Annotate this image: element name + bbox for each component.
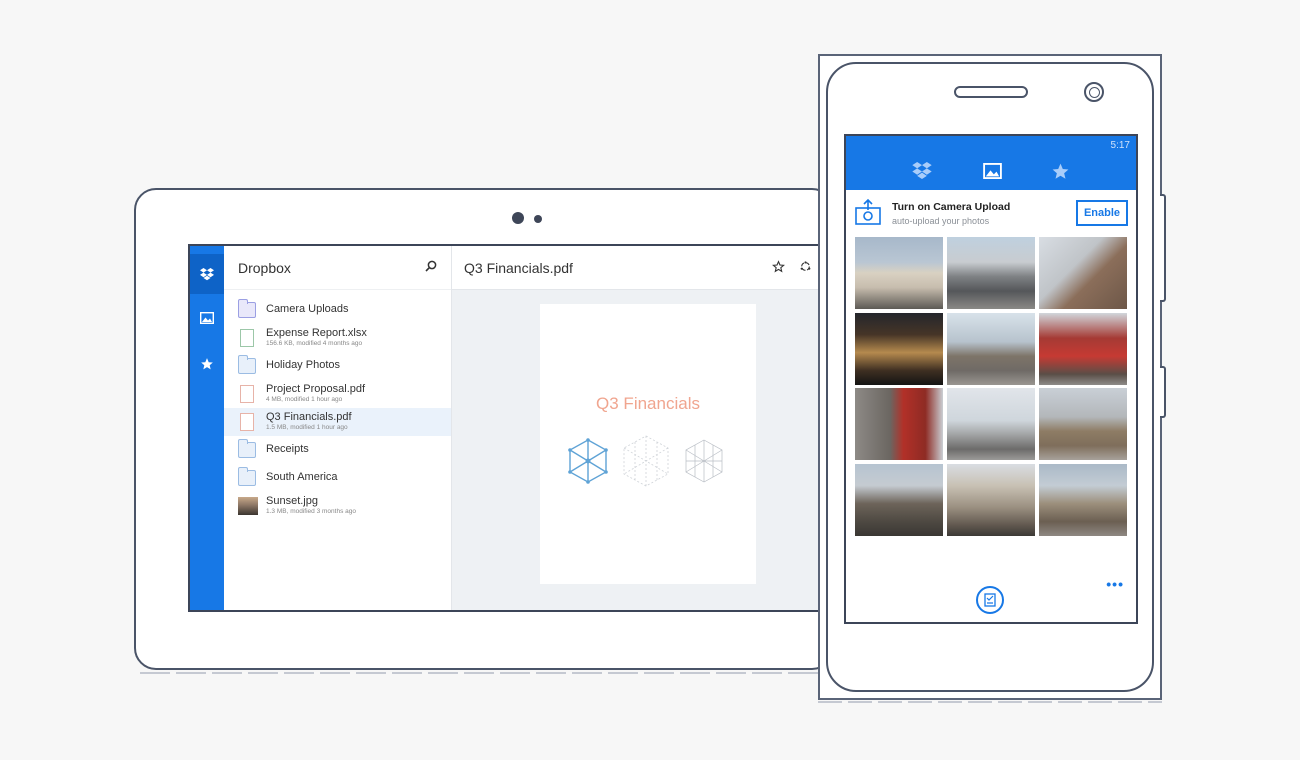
star-icon[interactable] (772, 259, 785, 276)
folder-icon (238, 355, 256, 374)
file-name: Q3 Financials.pdf (266, 410, 352, 423)
phone-screen: 5:17 Turn on Camera Upload auto-upload y… (844, 134, 1138, 624)
file-name: Receipts (266, 443, 309, 456)
tablet-camera-dot (512, 212, 524, 224)
star-icon[interactable] (1045, 158, 1075, 184)
camera-upload-subtitle: auto-upload your photos (892, 216, 990, 226)
document-heading: Q3 Financials (596, 394, 700, 413)
photo-thumbnail[interactable] (1039, 312, 1127, 385)
photo-thumbnail[interactable] (947, 312, 1035, 385)
file-meta: 156.6 KB, modified 4 months ago (266, 340, 363, 348)
document-page: Q3 Financials (540, 304, 756, 584)
file-meta: 4 MB, modified 1 hour ago (266, 396, 343, 404)
search-icon[interactable] (425, 260, 437, 275)
phone-camera (1084, 82, 1104, 102)
dropbox-icon[interactable] (907, 158, 937, 184)
tablet-shadow (140, 672, 830, 674)
photo-thumbnail[interactable] (947, 463, 1035, 536)
enable-button[interactable]: Enable (1076, 200, 1128, 226)
pdf-icon (240, 385, 254, 403)
list-item[interactable]: Receipts (224, 436, 451, 464)
tasks-icon[interactable] (976, 586, 1004, 614)
tablet-device: Dropbox Camera Uploads Expense Report.xl… (134, 188, 834, 670)
photo-grid (855, 237, 1129, 536)
photo-thumbnail[interactable] (855, 312, 943, 385)
hexagon-illustration (568, 435, 723, 487)
folder-icon (238, 439, 256, 458)
camera-upload-title: Turn on Camera Upload (892, 201, 1011, 213)
document-viewer: Q3 Financials.pdf Q3 Financials (452, 246, 824, 610)
file-name: Holiday Photos (266, 359, 340, 372)
phone-speaker (954, 86, 1028, 98)
phone-app-bar: 5:17 (846, 136, 1136, 190)
viewer-header: Q3 Financials.pdf (452, 246, 824, 290)
spreadsheet-icon (240, 329, 254, 347)
photo-thumbnail[interactable] (947, 388, 1035, 460)
photos-icon[interactable] (977, 158, 1007, 184)
photo-thumbnail[interactable] (1039, 463, 1127, 536)
document-title: Q3 Financials.pdf (464, 259, 573, 276)
list-item[interactable]: Project Proposal.pdf 4 MB, modified 1 ho… (224, 380, 451, 408)
camera-folder-icon (238, 299, 256, 318)
photo-thumbnail[interactable] (1039, 388, 1127, 460)
photo-thumbnail[interactable] (855, 388, 943, 460)
file-browser-pane: Dropbox Camera Uploads Expense Report.xl… (224, 246, 452, 610)
phone-device: 5:17 Turn on Camera Upload auto-upload y… (826, 62, 1154, 692)
file-meta: 1.3 MB, modified 3 months ago (266, 508, 356, 516)
phone-shadow (818, 701, 1162, 703)
file-name: Camera Uploads (266, 303, 349, 316)
file-meta: 1.5 MB, modified 1 hour ago (266, 424, 348, 432)
file-name: South America (266, 471, 338, 484)
photos-icon[interactable] (190, 298, 224, 338)
list-item-selected[interactable]: Q3 Financials.pdf 1.5 MB, modified 1 hou… (224, 408, 451, 436)
file-list: Camera Uploads Expense Report.xlsx 156.6… (224, 290, 451, 520)
list-item[interactable]: South America (224, 464, 451, 492)
status-time: 5:17 (1110, 140, 1130, 151)
power-button (1160, 366, 1166, 418)
phone-app-bottom-bar: ••• (846, 576, 1136, 622)
folder-title: Dropbox (238, 259, 291, 276)
dropbox-icon[interactable] (190, 254, 224, 294)
volume-button (1160, 194, 1166, 302)
list-item[interactable]: Holiday Photos (224, 352, 451, 380)
more-options-button[interactable]: ••• (1106, 576, 1124, 592)
file-browser-header: Dropbox (224, 246, 451, 290)
tablet-sensor-dot (534, 215, 542, 223)
tablet-screen: Dropbox Camera Uploads Expense Report.xl… (188, 244, 824, 612)
shared-folder-icon (238, 467, 256, 486)
camera-upload-banner: Turn on Camera Upload auto-upload your p… (846, 190, 1136, 236)
photo-thumbnail[interactable] (947, 237, 1035, 309)
image-thumbnail (238, 497, 258, 515)
photo-thumbnail[interactable] (1039, 237, 1127, 309)
photo-thumbnail[interactable] (855, 463, 943, 536)
share-icon[interactable] (799, 260, 812, 276)
photo-thumbnail[interactable] (855, 237, 943, 309)
list-item[interactable]: Camera Uploads (224, 296, 451, 324)
list-item[interactable]: Expense Report.xlsx 156.6 KB, modified 4… (224, 324, 451, 352)
list-item[interactable]: Sunset.jpg 1.3 MB, modified 3 months ago (224, 492, 451, 520)
nav-rail (190, 246, 224, 610)
file-name: Project Proposal.pdf (266, 382, 366, 395)
file-name: Expense Report.xlsx (266, 326, 367, 339)
pdf-icon (240, 413, 254, 431)
file-name: Sunset.jpg (266, 494, 318, 507)
star-icon[interactable] (190, 344, 224, 384)
camera-upload-icon (854, 198, 882, 231)
